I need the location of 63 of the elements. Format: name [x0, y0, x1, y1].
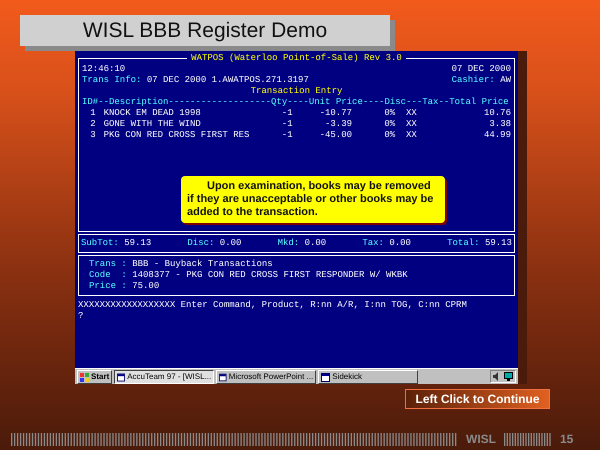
table-cell-text: -1 — [280, 119, 293, 130]
table-cell-text: 0% — [383, 119, 396, 130]
table-cell-text: XX — [405, 119, 418, 130]
total-value: 0.00 — [220, 238, 242, 249]
trans-info-label: Trans Info: — [82, 75, 142, 86]
cashier-label: Cashier: — [452, 75, 496, 86]
total-value: 0.00 — [389, 238, 411, 249]
detail-label: Trans : — [89, 259, 128, 270]
total-value: 59.13 — [484, 238, 512, 249]
clock-time: 12:46:10 — [82, 64, 126, 75]
detail-label: Price : — [89, 281, 128, 292]
table-cell-text: PKG CON RED CROSS FIRST RES — [104, 130, 250, 141]
slide-title: WISL BBB Register Demo — [20, 15, 390, 46]
table-cell-text: XX — [405, 108, 418, 119]
table-cell-text: 3.38 — [488, 119, 511, 130]
detail-value: 75.00 — [132, 281, 160, 292]
current-date: 07 DEC 2000 — [452, 64, 511, 75]
total-value: 59.13 — [124, 238, 152, 249]
total-label: Tax: — [362, 238, 385, 249]
window-icon — [321, 372, 330, 382]
windows-logo-icon — [80, 372, 89, 382]
footer-brand: WISL — [466, 431, 496, 448]
trans-info-value: 07 DEC 2000 1.AWATPOS.271.3197 — [146, 75, 309, 86]
cashier-value: AW — [500, 75, 511, 86]
section-title: Transaction Entry — [250, 86, 342, 96]
total-label: Disc: — [187, 238, 216, 249]
continue-button[interactable]: Left Click to Continue — [405, 389, 550, 409]
table-cell-text: 0% — [383, 108, 396, 119]
taskbar-button[interactable]: Microsoft PowerPoint ... — [216, 370, 316, 384]
table-cell-text: 10.76 — [482, 108, 511, 119]
command-line: XXXXXXXXXXXXXXXXXX Enter Command, Product, R:nn A/R, I:nn TOG, C:nn CPRM — [78, 300, 468, 311]
column-header: ID#--Description-------------------Qty----Unit Price----Disc---Tax--Total Price — [82, 97, 510, 108]
table-cell-text: -1 — [280, 108, 293, 119]
command-prompt: ? — [78, 311, 84, 322]
table-cell-text: 2 — [89, 119, 97, 130]
total-value: 0.00 — [304, 238, 326, 249]
start-button[interactable]: Start — [77, 370, 112, 384]
program-title: WATPOS (Waterloo Point-of-Sale) Rev 3.0 — [190, 53, 403, 64]
detail-value: 1408377 - PKG CON RED CROSS FIRST RESPONDER W/ WKBK — [132, 270, 408, 281]
detail-value: BBB - Buyback Transactions — [132, 259, 273, 270]
detail-label: Code : — [89, 270, 128, 281]
window-icon — [219, 372, 227, 382]
taskbar-button[interactable]: Sidekick — [318, 370, 418, 384]
monitor-icon — [504, 372, 513, 381]
table-cell-text: 1 — [89, 108, 97, 119]
table-cell-text: KNOCK EM DEAD 1998 — [104, 108, 202, 119]
total-label: Mkd: — [278, 238, 300, 249]
window-icon — [117, 372, 126, 382]
page-number: 15 — [560, 431, 574, 448]
table-cell-text: -10.77 — [318, 108, 352, 119]
table-cell-text: 3 — [89, 130, 97, 141]
table-cell-text: 44.99 — [482, 130, 511, 141]
taskbar-button[interactable]: AccuTeam 97 - [WISL... — [114, 370, 214, 384]
total-label: SubTot: — [81, 238, 120, 249]
callout-note: Upon examination, books may be removed if they are unacceptable or other books may be added to the transaction. — [181, 176, 445, 223]
table-cell-text: -3.39 — [324, 119, 352, 130]
table-cell-text: GONE WITH THE WIND — [104, 119, 202, 130]
table-cell-text: 0% — [383, 130, 396, 141]
table-cell-text: XX — [405, 130, 418, 141]
table-cell-text: -45.00 — [318, 130, 352, 141]
table-cell-text: -1 — [280, 130, 293, 141]
bars-drawing — [504, 432, 552, 446]
total-label: Total: — [447, 238, 481, 249]
